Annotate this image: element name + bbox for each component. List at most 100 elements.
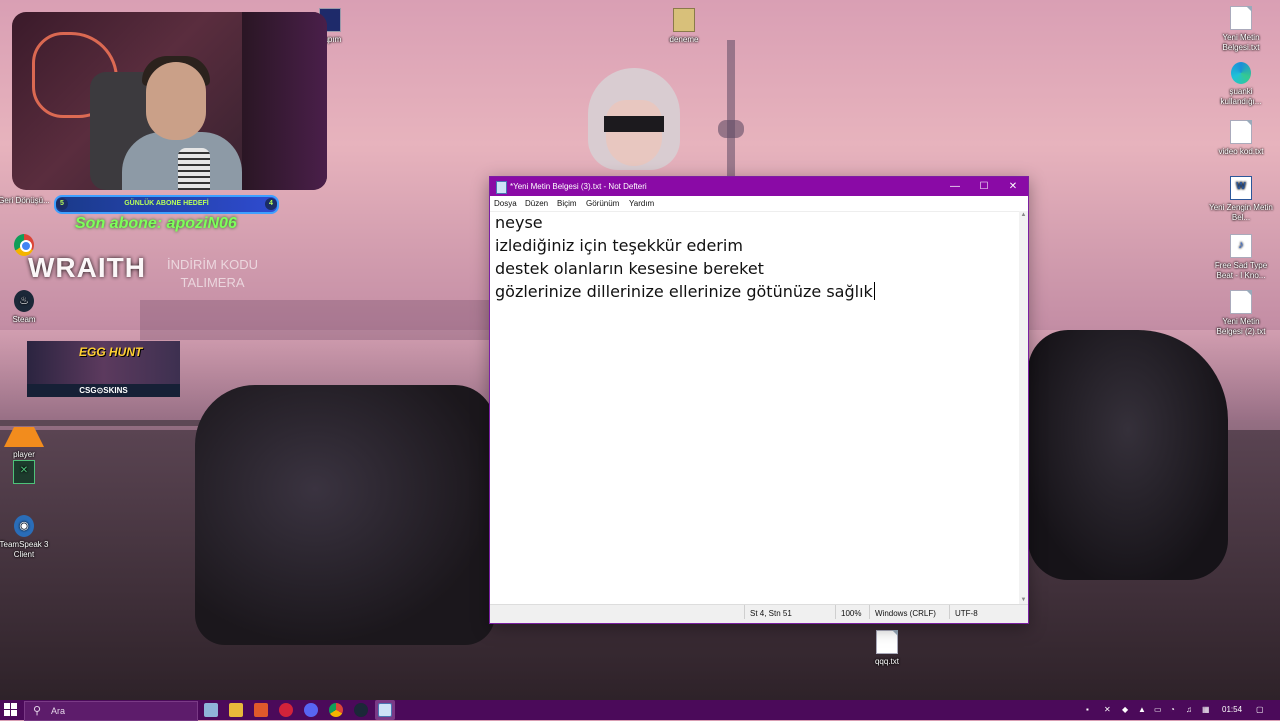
- desktop-icon-deneme[interactable]: deneme: [652, 8, 716, 45]
- file-explorer-icon[interactable]: [229, 703, 243, 717]
- text-file-icon: [1230, 290, 1252, 314]
- tray-network-icon[interactable]: ◔: [1170, 700, 1175, 720]
- edge-icon: [1231, 62, 1251, 84]
- text-line: neyse: [495, 213, 543, 232]
- desktop-icon-label: deneme: [669, 35, 699, 44]
- tray-app-icon[interactable]: ▪: [1086, 700, 1089, 720]
- scroll-up-icon[interactable]: ▲: [1019, 211, 1028, 220]
- sub-goal-target: 4: [265, 198, 277, 210]
- desktop-icon-steam[interactable]: ♨ Steam: [0, 290, 56, 325]
- desktop-icon-label: video kod.txt: [1218, 147, 1264, 156]
- chrome-taskbar-icon[interactable]: [329, 703, 343, 717]
- desktop-icon-player[interactable]: player: [0, 405, 56, 460]
- vlc-icon: [4, 405, 44, 447]
- desktop-icon-teamspeak[interactable]: ◉ TeamSpeak 3 Client: [0, 515, 56, 560]
- desktop-icon-yeni-metin-belgesi-2[interactable]: Yeni Metin Belgesi (2).txt: [1209, 290, 1273, 337]
- desktop-icon-label: şuanki kullandığı...: [1220, 87, 1262, 106]
- status-separator: [869, 605, 870, 619]
- tray-volume-icon[interactable]: ♫: [1186, 700, 1192, 720]
- maximize-button[interactable]: ☐: [969, 177, 999, 196]
- desktop-icon-label: player: [13, 450, 35, 459]
- desktop-icon-sad-beat[interactable]: ♪ Free Sad Type Beat - I Kno...: [1209, 234, 1273, 281]
- webcam-background-panel: [242, 12, 327, 190]
- desktop-icon-edge-shortcut[interactable]: şuanki kullandığı...: [1209, 62, 1273, 107]
- text-file-icon: [1230, 120, 1252, 144]
- status-separator: [949, 605, 950, 619]
- zoom-level: 100%: [841, 609, 862, 618]
- desktop-icon-zengin-metin[interactable]: W Yeni Zengin Metin Bel...: [1209, 176, 1273, 223]
- vertical-scrollbar[interactable]: ▲ ▼: [1019, 211, 1028, 605]
- brave-icon[interactable]: [254, 703, 268, 717]
- sub-goal-label: GÜNLÜK ABONE HEDEFİ: [124, 200, 209, 207]
- steam-icon: ♨: [14, 290, 34, 312]
- tray-nvidia-icon[interactable]: ◆: [1122, 700, 1128, 720]
- start-button[interactable]: [4, 703, 18, 717]
- webcam-overlay: [12, 12, 327, 190]
- sponsor-discount-line2: TALIMERA: [180, 275, 245, 290]
- opera-icon[interactable]: [279, 703, 293, 717]
- desktop-icon-label: Free Sad Type Beat - I Kno...: [1214, 261, 1268, 280]
- notepad-icon: [496, 181, 507, 194]
- text-line: gözlerinize dillerinize ellerinize götün…: [495, 282, 873, 301]
- window-titlebar[interactable]: *Yeni Metin Belgesi (3).txt - Not Defter…: [490, 177, 1028, 196]
- wallpaper-car-right: [1028, 330, 1228, 580]
- text-editor-area[interactable]: neyse izlediğiniz için teşekkür ederim d…: [490, 211, 1019, 605]
- text-file-icon: [1230, 6, 1252, 30]
- tray-xbox-icon[interactable]: ✕: [1104, 700, 1111, 720]
- tray-battery-icon[interactable]: ▭: [1154, 700, 1162, 720]
- wallpaper-tower-pod: [718, 120, 744, 138]
- desktop-icon-terminal[interactable]: ✕: [0, 460, 56, 487]
- menu-yardim[interactable]: Yardım: [629, 196, 654, 211]
- terminal-icon: ✕: [13, 460, 35, 484]
- desktop-icon-video-kod[interactable]: video kod.txt: [1209, 120, 1273, 157]
- search-icon: ⚲: [33, 705, 42, 717]
- desktop-icon-yeni-metin-belgesi[interactable]: Yeni Metin Belgesi.txt: [1209, 6, 1273, 53]
- wallpaper-bridge: [140, 300, 490, 340]
- notification-icon[interactable]: ▢: [1256, 700, 1264, 720]
- task-view-icon[interactable]: [204, 703, 218, 717]
- audio-file-icon: ♪: [1230, 234, 1252, 258]
- tray-overflow-icon[interactable]: ▲: [1138, 700, 1146, 720]
- taskbar-search[interactable]: ⚲ Ara: [24, 701, 198, 721]
- text-line: destek olanların kesesine bereket: [495, 259, 764, 278]
- close-button[interactable]: ✕: [998, 177, 1028, 196]
- text-file-icon: [876, 630, 898, 654]
- desktop-icon-label: Yeni Metin Belgesi.txt: [1222, 33, 1260, 52]
- discord-icon[interactable]: [304, 703, 318, 717]
- desktop-icon-label: Steam: [12, 315, 36, 324]
- sponsor-logo: WRAITH: [28, 252, 146, 283]
- microphone-icon: [178, 148, 210, 190]
- last-subscriber-text: Son abone: apoziN06: [75, 215, 237, 232]
- menu-gorunum[interactable]: Görünüm: [586, 196, 619, 211]
- notepad-window[interactable]: *Yeni Metin Belgesi (3).txt - Not Defter…: [489, 176, 1029, 624]
- encoding: UTF-8: [955, 609, 978, 618]
- desktop-icon-qqq[interactable]: qqq.txt: [855, 630, 919, 667]
- subscriber-goal-bar: 5 GÜNLÜK ABONE HEDEFİ 4: [54, 195, 279, 214]
- tray-keyboard-icon[interactable]: ▦: [1202, 700, 1210, 720]
- desktop-icon-label: qqq.txt: [874, 657, 899, 666]
- status-separator: [835, 605, 836, 619]
- banner-brand: CSG⊙SKINS: [27, 384, 180, 397]
- minimize-button[interactable]: —: [940, 177, 970, 196]
- status-separator: [744, 605, 745, 619]
- desktop-icon-recycle-bin[interactable]: Geri Dönüşü...: [0, 196, 56, 206]
- line-ending: Windows (CRLF): [875, 609, 936, 618]
- banner-title: EGG HUNT: [79, 345, 143, 359]
- menu-dosya[interactable]: Dosya: [494, 196, 517, 211]
- text-caret: [873, 282, 875, 300]
- menu-bicim[interactable]: Biçim: [557, 196, 577, 211]
- wallpaper-character-face: [606, 100, 662, 166]
- search-placeholder: Ara: [51, 706, 66, 716]
- menu-bar: Dosya Düzen Biçim Görünüm Yardım: [490, 196, 1028, 212]
- taskbar-clock[interactable]: 01:54: [1222, 700, 1242, 720]
- archive-icon: [673, 8, 695, 32]
- status-bar: St 4, Stn 51 100% Windows (CRLF) UTF-8: [490, 604, 1028, 623]
- steam-taskbar-icon[interactable]: [354, 703, 368, 717]
- desktop-icon-label: TeamSpeak 3 Client: [0, 540, 49, 559]
- menu-duzen[interactable]: Düzen: [525, 196, 548, 211]
- teamspeak-icon: ◉: [14, 515, 34, 537]
- sponsor-discount: İNDİRİM KODU TALIMERA: [167, 256, 258, 292]
- wallpaper-character-blindfold: [604, 116, 664, 132]
- desktop-icon-label: Yeni Metin Belgesi (2).txt: [1216, 317, 1266, 336]
- taskbar: ⚲ Ara ▪ ✕ ◆ ▲ ▭ ◔ ♫ ▦ 01:54 ▢: [0, 700, 1280, 721]
